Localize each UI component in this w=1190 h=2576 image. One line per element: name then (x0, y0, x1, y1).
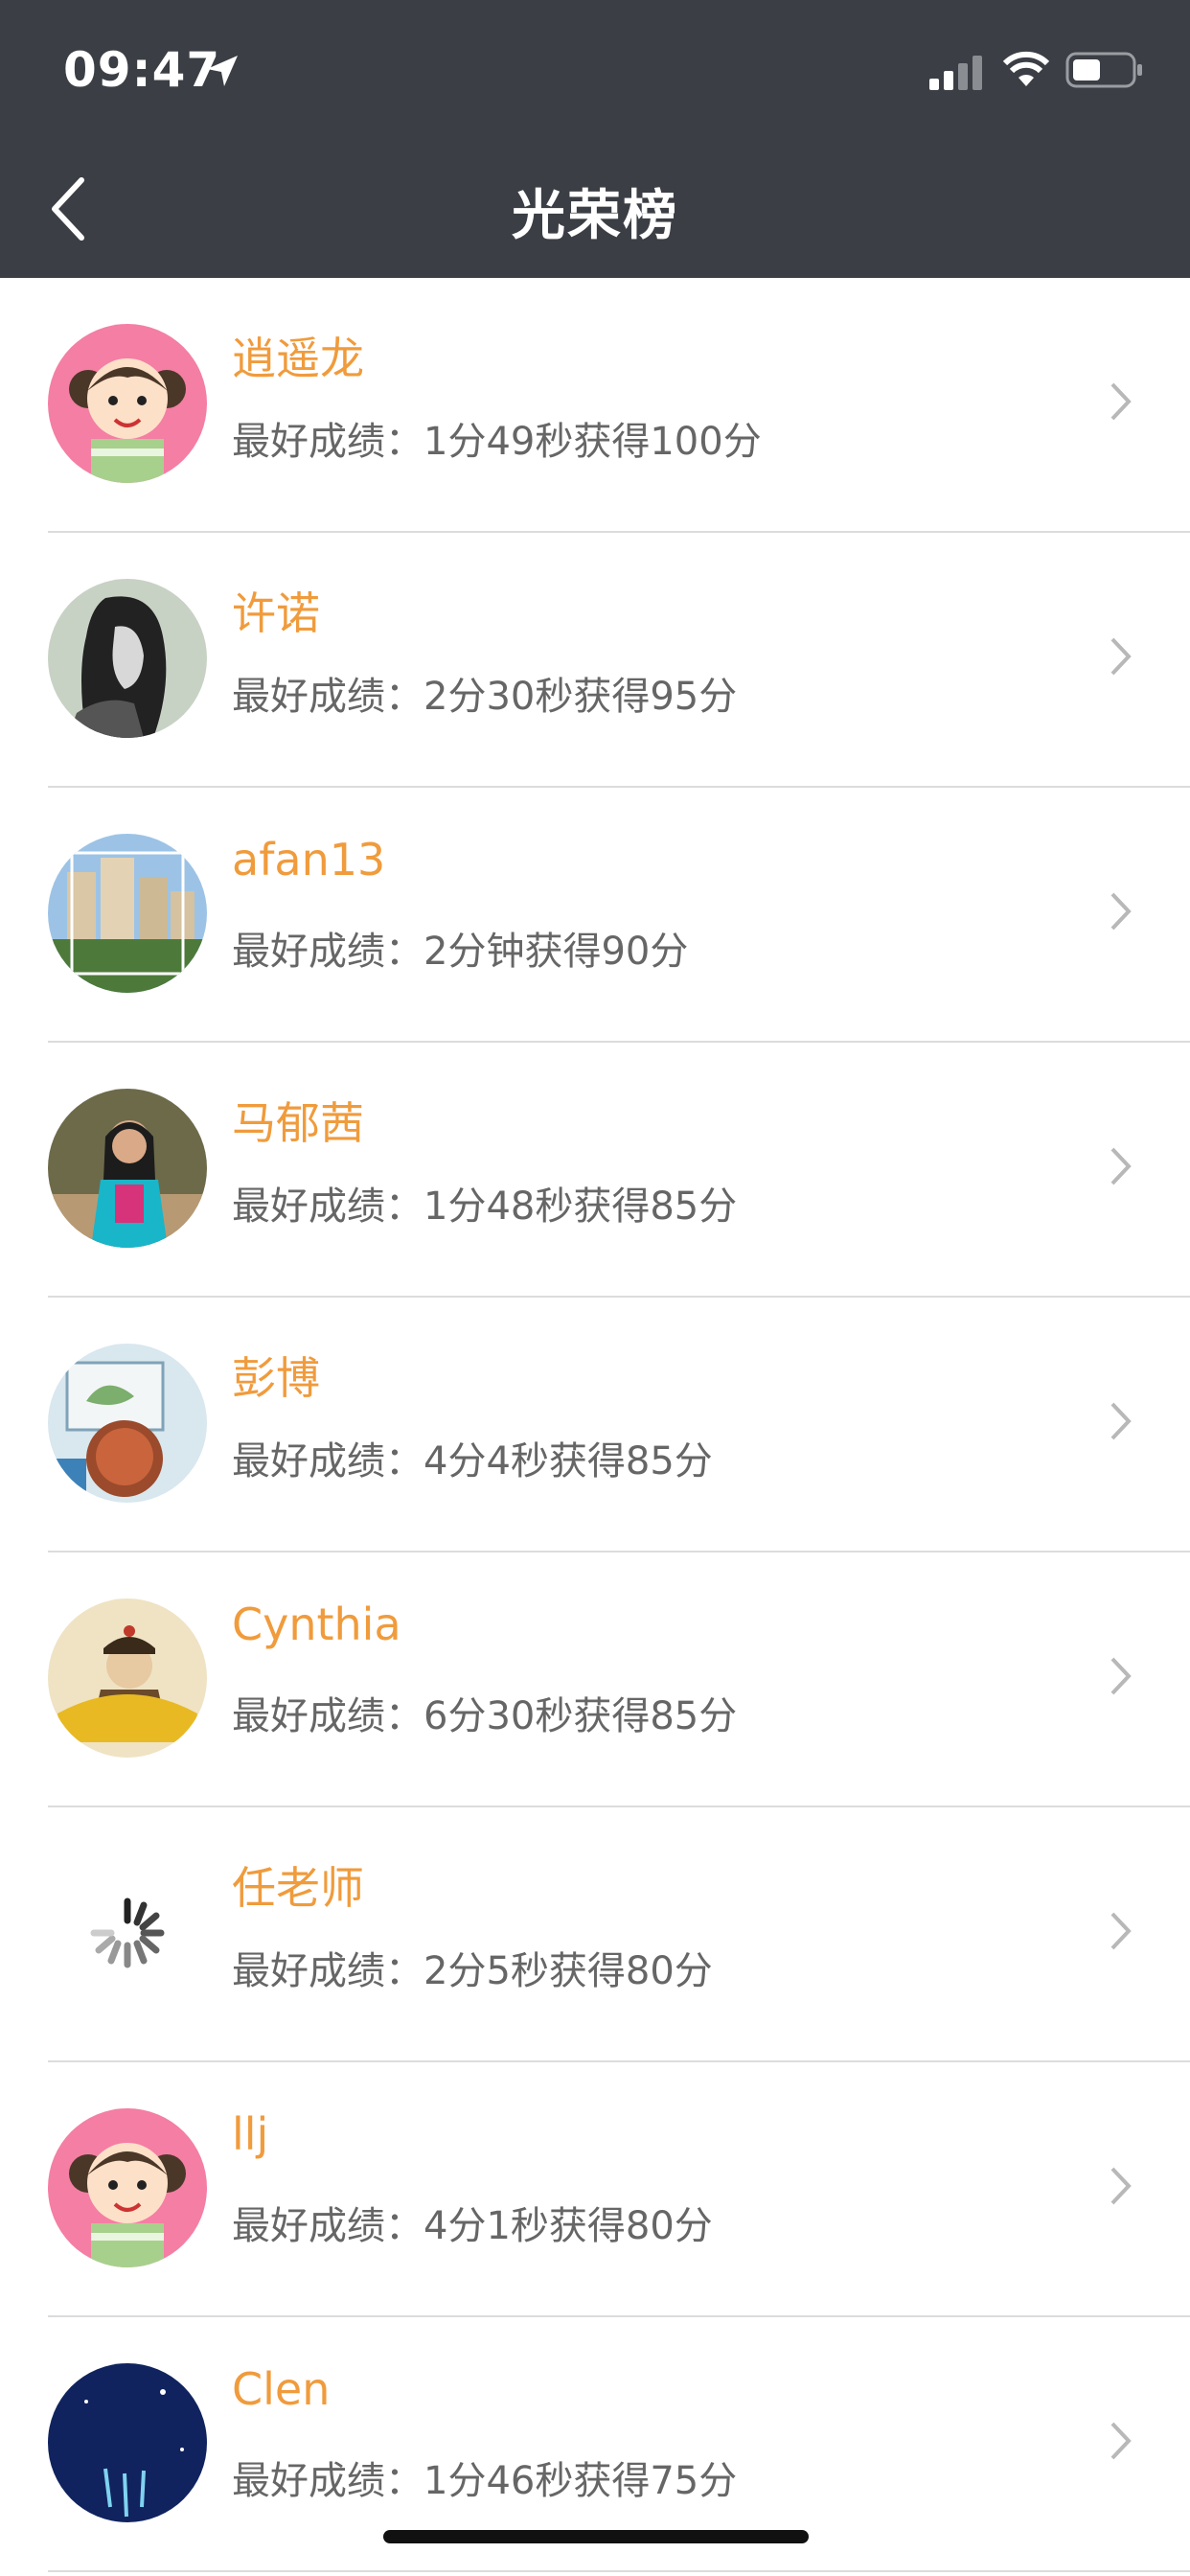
list-item[interactable]: 逍遥龙 最好成绩：1分49秒获得100分 (48, 278, 1190, 533)
list-item[interactable]: Cynthia 最好成绩：6分30秒获得85分 (48, 1552, 1190, 1807)
user-name: llj (232, 2108, 269, 2160)
battery-icon (1065, 52, 1142, 88)
avatar (48, 579, 207, 738)
avatar (48, 1598, 207, 1758)
best-score: 最好成绩：4分1秒获得80分 (232, 2204, 713, 2248)
status-time: 09:47 (63, 42, 221, 98)
loading-spinner-icon (90, 1898, 165, 1968)
best-score: 最好成绩：2分5秒获得80分 (232, 1949, 713, 1993)
chevron-right-icon (1110, 2167, 1132, 2205)
chevron-right-icon (1110, 382, 1132, 421)
list-item[interactable]: 马郁茜 最好成绩：1分48秒获得85分 (48, 1043, 1190, 1298)
list-item[interactable]: llj 最好成绩：4分1秒获得80分 (48, 2062, 1190, 2317)
avatar (48, 834, 207, 993)
user-name: 马郁茜 (232, 1097, 364, 1149)
chevron-right-icon (1110, 2422, 1132, 2460)
chevron-right-icon (1110, 637, 1132, 676)
list-item[interactable]: 许诺 最好成绩：2分30秒获得95分 (48, 533, 1190, 788)
chevron-right-icon (1110, 1402, 1132, 1440)
list-item[interactable]: afan13 最好成绩：2分钟获得90分 (48, 788, 1190, 1043)
honor-list: 逍遥龙 最好成绩：1分49秒获得100分 许诺 最好成绩：2分30秒获得95分 (0, 278, 1190, 2572)
best-score: 最好成绩：2分30秒获得95分 (232, 675, 738, 719)
best-score: 最好成绩：1分46秒获得75分 (232, 2459, 738, 2503)
chevron-right-icon (1110, 1912, 1132, 1950)
chevron-right-icon (1110, 1657, 1132, 1695)
page-title: 光荣榜 (512, 185, 678, 247)
home-indicator[interactable] (383, 2530, 809, 2543)
signal-icon (929, 56, 982, 90)
user-name: 彭博 (232, 1352, 320, 1404)
user-name: Cynthia (232, 1598, 401, 1650)
user-name: 逍遥龙 (232, 333, 364, 384)
avatar (48, 324, 207, 483)
best-score: 最好成绩：4分4秒获得85分 (232, 1439, 713, 1484)
list-item[interactable]: 彭博 最好成绩：4分4秒获得85分 (48, 1298, 1190, 1552)
list-item[interactable]: 任老师 最好成绩：2分5秒获得80分 (48, 1807, 1190, 2062)
user-name: 任老师 (232, 1862, 364, 1914)
user-name: Clen (232, 2363, 331, 2415)
avatar (48, 1853, 207, 2012)
user-name: afan13 (232, 834, 386, 886)
chevron-right-icon (1110, 892, 1132, 931)
best-score: 最好成绩：6分30秒获得85分 (232, 1694, 738, 1738)
top-bar: 09:47 光荣榜 (0, 0, 1190, 278)
best-score: 最好成绩：1分49秒获得100分 (232, 420, 762, 464)
avatar (48, 1089, 207, 1248)
location-arrow-icon (207, 56, 238, 86)
avatar (48, 2108, 207, 2267)
chevron-right-icon (1110, 1147, 1132, 1185)
wifi-icon (1002, 51, 1050, 86)
user-name: 许诺 (232, 587, 320, 639)
avatar (48, 1344, 207, 1503)
best-score: 最好成绩：2分钟获得90分 (232, 930, 689, 974)
best-score: 最好成绩：1分48秒获得85分 (232, 1184, 738, 1229)
avatar (48, 2363, 207, 2522)
